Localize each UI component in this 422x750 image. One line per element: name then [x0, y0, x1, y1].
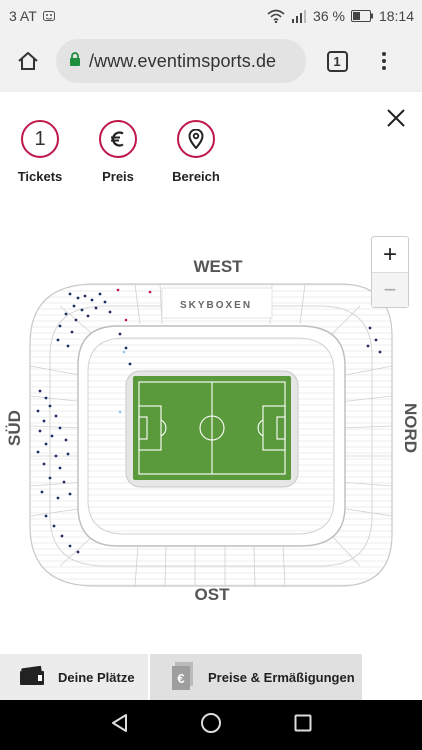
zoom-out-button[interactable]: − [372, 272, 408, 307]
address-bar[interactable]: /www.eventimsports.de [56, 39, 306, 83]
filter-area[interactable]: Bereich [161, 120, 231, 184]
zoom-controls: + − [371, 236, 409, 308]
filter-label-price: Preis [102, 169, 134, 184]
filter-panel: 1 Tickets Preis Bereich [0, 92, 422, 216]
stadium-map[interactable]: WEST OST SÜD NORD SKYBOXEN + − [0, 216, 422, 654]
price-tag-icon: € [170, 661, 196, 694]
battery-label: 36 % [313, 8, 345, 24]
lock-icon [69, 51, 81, 72]
signal-icon [291, 9, 307, 23]
recents-icon[interactable] [294, 714, 312, 737]
svg-text:€: € [177, 671, 184, 686]
close-icon [387, 109, 405, 127]
stand-label-ost: OST [195, 585, 231, 604]
filter-label-tickets: Tickets [17, 169, 63, 184]
home-icon [18, 52, 38, 70]
home-circle-icon[interactable] [200, 712, 222, 739]
tab-your-seats-label: Deine Plätze [58, 669, 135, 685]
tab-your-seats[interactable]: Deine Plätze [0, 654, 148, 700]
bottom-tabs: Deine Plätze € Preise & Ermäßigungen [0, 654, 422, 700]
carrier-label: 3 AT [9, 8, 37, 24]
tabs-button[interactable]: 1 [310, 32, 364, 90]
filter-label-area: Bereich [172, 169, 220, 184]
tab-prices-label: Preise & Ermäßigungen [208, 669, 355, 685]
close-button[interactable] [382, 104, 410, 132]
stand-label-nord: NORD [401, 403, 420, 453]
stadium-seat-plan[interactable]: WEST OST SÜD NORD SKYBOXEN [0, 216, 422, 654]
filter-tickets[interactable]: 1 Tickets [5, 120, 75, 184]
ticket-icon [18, 665, 46, 690]
menu-button[interactable] [364, 32, 404, 90]
filter-price[interactable]: Preis [83, 120, 153, 184]
stand-label-sued: SÜD [5, 410, 24, 446]
euro-icon [99, 120, 137, 158]
url-text: /www.eventimsports.de [89, 50, 277, 71]
wifi-icon [267, 9, 285, 23]
system-nav-bar [0, 700, 422, 750]
browser-toolbar: /www.eventimsports.de 1 [0, 32, 422, 90]
tab-count: 1 [326, 50, 348, 72]
ticket-count-circle: 1 [21, 120, 59, 158]
status-bar: 3 AT 36 % 18:14 [0, 0, 422, 32]
home-button[interactable] [0, 32, 56, 90]
zoom-in-button[interactable]: + [372, 237, 408, 272]
clock-label: 18:14 [378, 8, 414, 24]
skyboxen-label: SKYBOXEN [180, 300, 252, 311]
notification-icon [42, 8, 55, 24]
menu-icon [382, 52, 386, 70]
location-pin-icon [177, 120, 215, 158]
back-icon[interactable] [110, 713, 128, 738]
battery-icon [350, 10, 373, 22]
stand-label-west: WEST [193, 257, 243, 276]
tab-prices-discounts[interactable]: € Preise & Ermäßigungen [150, 654, 362, 700]
